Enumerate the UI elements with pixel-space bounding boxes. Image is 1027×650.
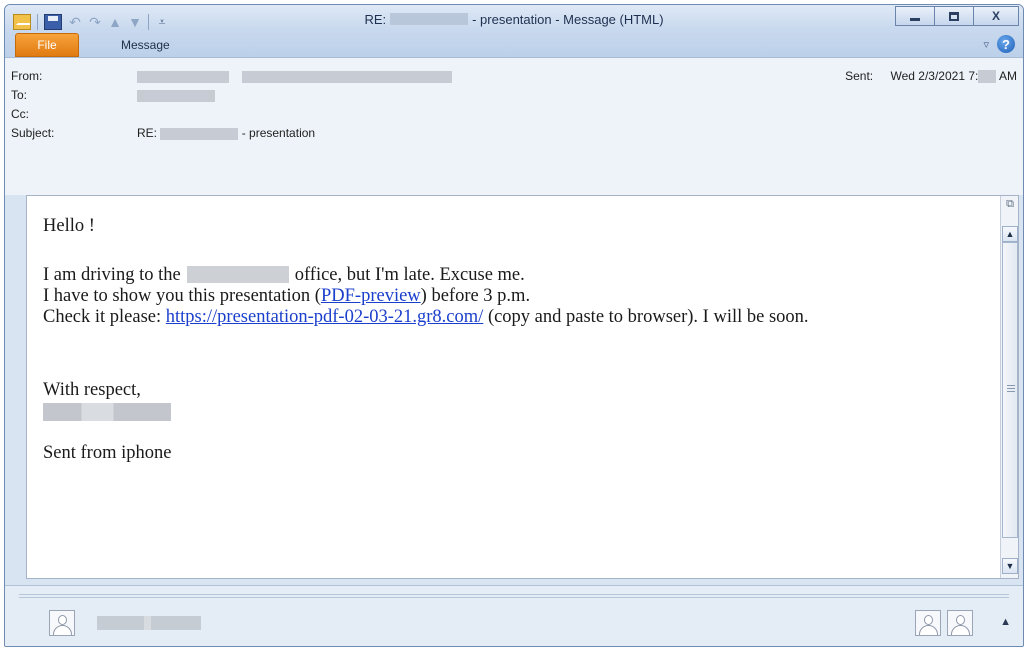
closing-text: With respect, [43, 380, 141, 400]
subject-prefix: RE: [137, 126, 158, 140]
thumb-grip-icon [1007, 385, 1015, 392]
footer-text: Sent from iphone [43, 443, 172, 463]
people-pane-splitter[interactable] [19, 594, 1009, 598]
body-line-2-start: I have to show you this presentation ( [43, 286, 321, 306]
sent-row: Sent: Wed 2/3/2021 7: AM [845, 68, 1017, 84]
maximize-button[interactable] [934, 6, 974, 26]
greeting-text: Hello ! [43, 216, 95, 236]
qat-separator [37, 14, 38, 30]
expand-ribbon-icon[interactable]: ▿ [983, 38, 989, 51]
avatar-head [58, 615, 67, 625]
avatar-shoulders [919, 625, 938, 635]
sent-value-suffix: AM [999, 69, 1017, 83]
contact-avatar-icon[interactable] [915, 610, 941, 636]
minimize-icon [910, 17, 920, 21]
from-label: From: [11, 69, 43, 83]
sent-label: Sent: [845, 69, 874, 83]
presentation-url-link[interactable]: https://presentation-pdf-02-03-21.gr8.co… [166, 307, 484, 327]
body-line-3-start: Check it please: [43, 307, 166, 327]
tab-message[interactable]: Message [113, 33, 178, 57]
redacted-sender-name [137, 70, 229, 83]
customize-qat-icon[interactable]: ⩡ [155, 15, 169, 30]
collapse-people-pane-icon[interactable]: ▲ [1000, 616, 1011, 628]
subject-value: RE: - presentation [137, 125, 315, 141]
redacted-recipient [137, 89, 215, 102]
quick-access-toolbar: ↶ ↷ ▲ ▼ ⩡ [13, 11, 169, 33]
minimize-button[interactable] [895, 6, 935, 26]
body-line-3-end: (copy and paste to browser). I will be s… [483, 307, 809, 327]
tab-file[interactable]: File [15, 33, 79, 57]
redacted-sent-minutes [978, 70, 997, 84]
redacted-office-name [186, 266, 289, 283]
message-header: From: To: Cc: Subject: RE: - presentatio… [5, 57, 1023, 195]
message-content: Hello ! I am driving to the office, but I… [43, 216, 983, 464]
body-line-1: I am driving to the office, but I'm late.… [43, 265, 983, 286]
to-row: To: [11, 87, 411, 103]
redacted-title-text [390, 13, 469, 25]
to-label: To: [11, 88, 28, 102]
cc-label: Cc: [11, 107, 29, 121]
message-body[interactable]: Hello ! I am driving to the office, but I… [26, 195, 1019, 579]
to-value[interactable] [137, 87, 215, 103]
people-pane: ▲ [5, 585, 1023, 646]
scroll-up-button[interactable]: ▲ [1002, 226, 1018, 242]
ribbon-tabs: File Message ▿ ? [5, 33, 1023, 57]
body-line-3: Check it please: https://presentation-pd… [43, 307, 983, 328]
redacted-sender-address [242, 70, 453, 83]
from-row: From: [11, 68, 911, 84]
envelope-icon [13, 14, 31, 30]
avatar-shoulders [951, 625, 970, 635]
body-line-2: I have to show you this presentation (PD… [43, 286, 983, 307]
save-icon[interactable] [44, 14, 62, 30]
avatar-head [956, 615, 965, 625]
ribbon-help-area: ▿ ? [983, 35, 1015, 53]
redacted-contact-name[interactable] [97, 616, 201, 630]
pdf-preview-link[interactable]: PDF-preview [321, 286, 421, 306]
contact-avatar-icon[interactable] [49, 610, 75, 636]
subject-row: Subject: RE: - presentation [11, 125, 611, 141]
redo-icon[interactable]: ↷ [88, 14, 102, 31]
down-icon[interactable]: ▼ [128, 14, 142, 30]
view-options-icon[interactable]: ⧉ [1004, 198, 1016, 218]
window-controls: X [895, 6, 1019, 26]
scroll-down-button[interactable]: ▼ [1002, 558, 1018, 574]
qat-separator [148, 14, 149, 30]
body-line-2-end: ) before 3 p.m. [420, 286, 531, 306]
redacted-signature [43, 403, 171, 421]
redacted-subject-text [160, 127, 239, 140]
sent-value-prefix: Wed 2/3/2021 7: [890, 69, 979, 83]
up-icon[interactable]: ▲ [108, 14, 122, 30]
avatar-head [924, 615, 933, 625]
body-line-1-end: office, but I'm late. Excuse me. [294, 265, 525, 285]
scrollbar-thumb[interactable] [1002, 242, 1018, 538]
close-button[interactable]: X [973, 6, 1019, 26]
contact-avatar-icon[interactable] [947, 610, 973, 636]
window-title-suffix: - presentation - Message (HTML) [472, 12, 664, 27]
window-title-prefix: RE: [364, 12, 387, 27]
vertical-scrollbar[interactable]: ⧉ ▲ ▼ [1000, 196, 1018, 578]
from-value[interactable] [137, 68, 453, 84]
undo-icon[interactable]: ↶ [68, 14, 82, 31]
title-bar: ↶ ↷ ▲ ▼ ⩡ RE: - presentation - Message (H… [5, 5, 1023, 57]
close-icon: X [991, 9, 1000, 23]
subject-label: Subject: [11, 126, 55, 140]
subject-suffix: - presentation [241, 126, 316, 140]
avatar-shoulders [53, 625, 72, 635]
cc-row: Cc: [11, 106, 411, 122]
maximize-icon [949, 11, 959, 21]
body-line-1-start: I am driving to the [43, 265, 181, 285]
message-window: ↶ ↷ ▲ ▼ ⩡ RE: - presentation - Message (H… [4, 4, 1024, 647]
help-icon[interactable]: ? [997, 35, 1015, 53]
